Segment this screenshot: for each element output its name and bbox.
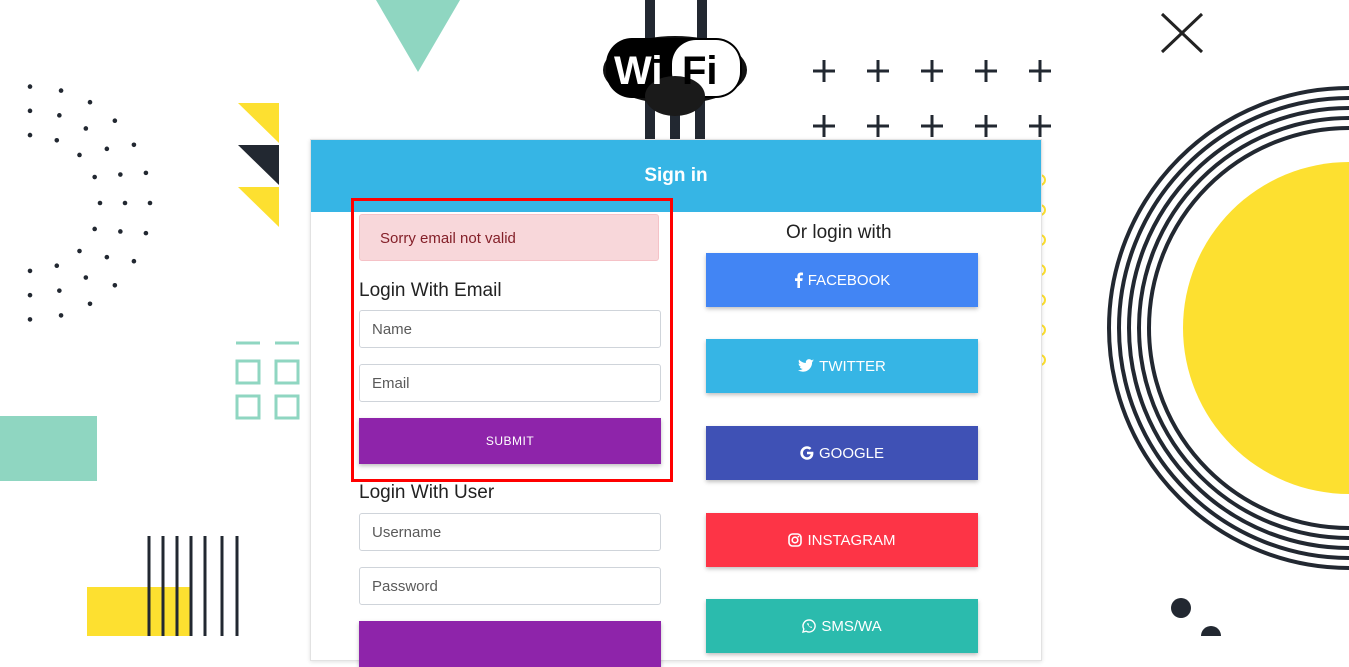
twitter-icon	[798, 359, 815, 373]
error-alert: Sorry email not valid	[359, 214, 659, 261]
page-title: Sign in	[644, 165, 708, 186]
social-login-title: Or login with	[786, 222, 892, 243]
twitter-label: TWITTER	[819, 357, 886, 375]
email-login-title: Login With Email	[359, 280, 502, 301]
user-submit-button[interactable]	[359, 621, 661, 667]
wifi-logo: Wi Fi	[602, 18, 748, 118]
close-icon[interactable]	[1160, 12, 1204, 54]
submit-button[interactable]: SUBMIT	[359, 418, 661, 464]
twitter-button[interactable]: TWITTER	[706, 339, 978, 393]
email-field[interactable]	[359, 364, 661, 402]
google-button[interactable]: GOOGLE	[706, 426, 978, 480]
facebook-icon	[794, 272, 803, 288]
sms-wa-button[interactable]: SMS/WA	[706, 599, 978, 653]
whatsapp-icon	[802, 619, 817, 633]
instagram-button[interactable]: INSTAGRAM	[706, 513, 978, 567]
sms-wa-label: SMS/WA	[821, 617, 882, 635]
svg-text:Fi: Fi	[682, 49, 718, 93]
svg-text:Wi: Wi	[614, 49, 663, 93]
facebook-label: FACEBOOK	[807, 271, 891, 289]
user-login-title: Login With User	[359, 482, 495, 503]
instagram-icon	[788, 533, 803, 547]
card-header: Sign in	[311, 140, 1041, 212]
google-label: GOOGLE	[818, 444, 885, 462]
name-field[interactable]	[359, 310, 661, 348]
alert-message: Sorry email not valid	[380, 230, 516, 247]
instagram-label: INSTAGRAM	[807, 531, 896, 549]
username-field[interactable]	[359, 513, 661, 551]
facebook-button[interactable]: FACEBOOK	[706, 253, 978, 307]
sign-in-card: Sign in Sorry email not valid Login With…	[310, 139, 1042, 667]
google-icon	[800, 446, 814, 460]
password-field[interactable]	[359, 567, 661, 605]
